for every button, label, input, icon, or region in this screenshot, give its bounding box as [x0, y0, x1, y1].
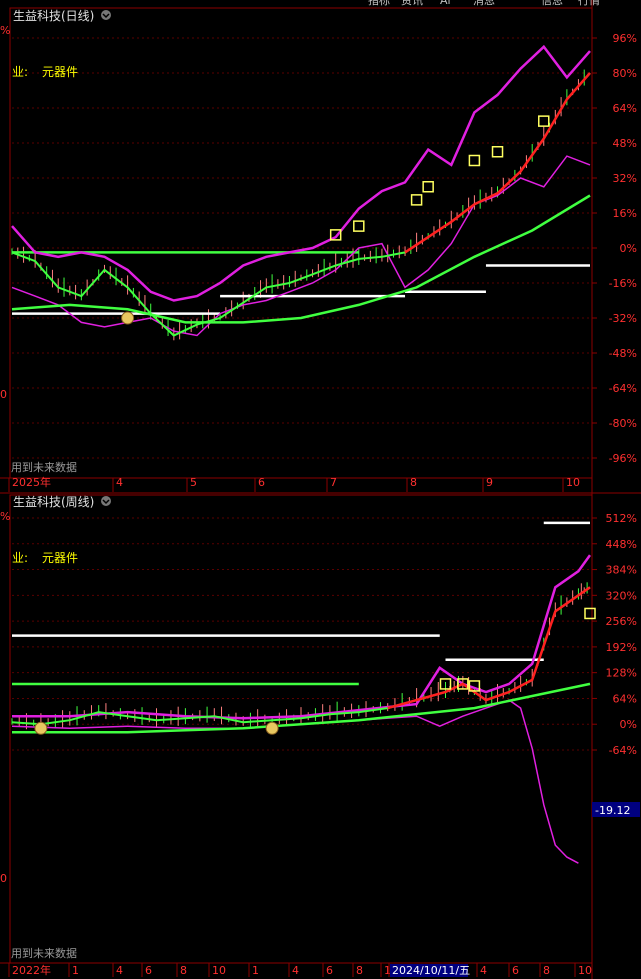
- date-label: 9: [486, 476, 493, 489]
- tab-item[interactable]: 资讯: [401, 0, 423, 7]
- y-tick-label: 64%: [613, 102, 637, 115]
- industry-label: 业:: [12, 65, 28, 79]
- future-data-note: 用到未来数据: [11, 460, 77, 474]
- money-bag-icon: [265, 721, 279, 735]
- date-label: 6: [326, 964, 333, 977]
- tab-item[interactable]: 信息: [541, 0, 563, 7]
- y-tick-label: 48%: [613, 137, 637, 150]
- y-tick-label: 384%: [606, 564, 637, 577]
- left-edge-label: 0: [0, 872, 7, 885]
- weekly-chart-title: 生益科技(周线): [13, 495, 94, 509]
- date-label: 4: [292, 964, 299, 977]
- y-tick-label: 512%: [606, 512, 637, 525]
- y-tick-label: -80%: [609, 417, 637, 430]
- date-label: 2024/10/11/五: [392, 964, 470, 977]
- y-tick-label: 64%: [613, 692, 637, 705]
- y-tick-label: 192%: [606, 641, 637, 654]
- date-label: 7: [330, 476, 337, 489]
- date-label: 10: [212, 964, 226, 977]
- industry-value: 元器件: [42, 65, 78, 79]
- date-label: 2022年: [12, 963, 51, 977]
- y-tick-label: 128%: [606, 667, 637, 680]
- tab-item[interactable]: 行情: [578, 0, 600, 7]
- y-tick-label: -64%: [609, 382, 637, 395]
- date-label: 1: [72, 964, 79, 977]
- date-label: 4: [116, 964, 123, 977]
- date-label: 10: [578, 964, 592, 977]
- y-tick-label: -16%: [609, 277, 637, 290]
- y-tick-label: 448%: [606, 538, 637, 551]
- date-label: 4: [480, 964, 487, 977]
- date-label: 6: [258, 476, 265, 489]
- y-tick-label: 0%: [620, 718, 637, 731]
- left-edge-label: %: [0, 510, 10, 523]
- tab-item[interactable]: Ai: [440, 0, 451, 7]
- tab-item[interactable]: 消息: [473, 0, 495, 7]
- date-label: 8: [180, 964, 187, 977]
- y-tick-label: 16%: [613, 207, 637, 220]
- date-label: 6: [512, 964, 519, 977]
- left-edge-label: 0: [0, 388, 7, 401]
- industry-value: 元器件: [42, 551, 78, 565]
- money-bag-icon: [121, 311, 135, 325]
- y-tick-label: 0%: [620, 242, 637, 255]
- date-label: 1: [252, 964, 259, 977]
- date-label: 6: [145, 964, 152, 977]
- future-data-note: 用到未来数据: [11, 946, 77, 960]
- chart-background: [0, 0, 641, 979]
- y-tick-label: -64%: [609, 744, 637, 757]
- y-tick-label: -32%: [609, 312, 637, 325]
- date-label: 10: [566, 476, 580, 489]
- y-tick-label: -48%: [609, 347, 637, 360]
- date-label: 8: [543, 964, 550, 977]
- current-value: -19.12: [595, 804, 630, 817]
- industry-label: 业:: [12, 551, 28, 565]
- tab-item[interactable]: 指标: [368, 0, 390, 7]
- y-tick-label: 96%: [613, 32, 637, 45]
- date-label: 8: [356, 964, 363, 977]
- daily-chart-title: 生益科技(日线): [13, 9, 94, 23]
- y-tick-label: 80%: [613, 67, 637, 80]
- money-bag-icon: [34, 721, 48, 735]
- date-label: 4: [116, 476, 123, 489]
- date-label: 2025年: [12, 475, 51, 489]
- y-tick-label: 256%: [606, 615, 637, 628]
- y-tick-label: -96%: [609, 452, 637, 465]
- chevron-down-icon[interactable]: [101, 10, 111, 20]
- y-tick-label: 32%: [613, 172, 637, 185]
- date-label: 5: [190, 476, 197, 489]
- stock-chart-canvas: 指标 资讯 Ai 消息 信息 行情 96%80%64%48%32%16%0%-1…: [0, 0, 641, 979]
- left-edge-label: %: [0, 24, 10, 37]
- chevron-down-icon[interactable]: [101, 496, 111, 506]
- date-label: 8: [410, 476, 417, 489]
- y-tick-label: 320%: [606, 589, 637, 602]
